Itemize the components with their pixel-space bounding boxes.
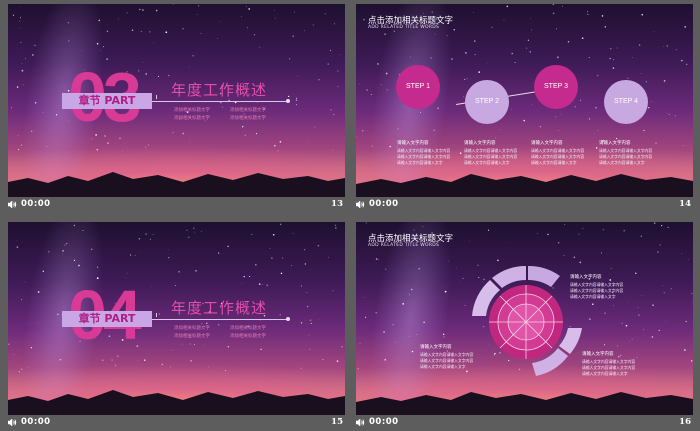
chapter-divider: [152, 101, 288, 102]
speaker-icon: [8, 419, 17, 426]
ring-segment-outer: [559, 328, 582, 354]
divider-tick: [156, 313, 157, 317]
block-text: 请输入文字内容请输入文字: [582, 371, 628, 376]
block-text: 请输入文字内容请输入文字: [420, 364, 466, 369]
block-title: 请输入文字内容: [531, 141, 563, 146]
block-title: 请输入文字内容: [464, 141, 496, 146]
block-text: 请输入文字内容请输入文字: [599, 160, 645, 165]
transition-time: 00:00: [21, 199, 51, 209]
radial-ring-graphic: [472, 265, 582, 376]
chapter-sub-text: 添加相关标题文字: [230, 108, 266, 113]
slide-footer: 00:00 16: [356, 415, 693, 430]
slide-canvas: 04 章节 PART 年度工作概述 添加相关标题文字 添加相关标题文字 添加相关…: [8, 222, 345, 415]
chapter-title: 年度工作概述: [171, 81, 268, 99]
mountain-silhouette: [8, 172, 345, 197]
slide-number: 16: [679, 417, 691, 427]
slide-thumbnail-13[interactable]: 03 章节 PART 年度工作概述 添加相关标题文字 添加相关标题文字 添加相关…: [8, 4, 345, 212]
block-title: 请输入文字内容: [570, 275, 602, 280]
slide-number: 14: [679, 199, 691, 209]
block-text: 请输入文字内容请输入文字: [570, 294, 616, 299]
slide-subtitle: ADD RELATED TITLE WORDS: [368, 243, 440, 248]
divider-tick: [156, 95, 157, 99]
step-3-circle: STEP 3: [534, 65, 578, 109]
slide-footer: 00:00 15: [8, 415, 345, 430]
slide-canvas: 点击添加相关标题文字 ADD RELATED TITLE WORDS STEP …: [356, 4, 693, 197]
block-title: 请输入文字内容: [420, 345, 452, 350]
chapter-divider: [152, 319, 288, 320]
block-text: 请输入文字内容请输入文字: [531, 160, 577, 165]
ring-segment-outer: [492, 265, 526, 288]
chapter-label: 章节 PART: [62, 93, 152, 109]
slide-number: 15: [331, 417, 343, 427]
chapter-sub-text: 添加相关标题文字: [230, 326, 266, 331]
pie-dividers: [489, 285, 563, 359]
speaker-icon: [356, 201, 365, 208]
slide-thumbnail-16[interactable]: 点击添加相关标题文字 ADD RELATED TITLE WORDS 请输入文字…: [356, 222, 693, 430]
step-4-circle: STEP 4: [604, 80, 648, 124]
slide-canvas: 点击添加相关标题文字 ADD RELATED TITLE WORDS 请输入文字…: [356, 222, 693, 415]
slide-footer: 00:00 14: [356, 197, 693, 212]
step-2-circle: STEP 2: [465, 80, 509, 124]
divider-dot: [286, 99, 290, 103]
slide-canvas: 03 章节 PART 年度工作概述 添加相关标题文字 添加相关标题文字 添加相关…: [8, 4, 345, 197]
ring-segment-outer: [528, 265, 560, 287]
block-text: 请输入文字内容请输入文字: [397, 160, 443, 165]
chapter-sub-text: 添加相关标题文字: [174, 116, 210, 121]
slide-footer: 00:00 13: [8, 197, 345, 212]
transition-time: 00:00: [21, 417, 51, 427]
divider-dot: [286, 317, 290, 321]
chapter-title: 年度工作概述: [171, 299, 268, 317]
slide-thumbnail-14[interactable]: 点击添加相关标题文字 ADD RELATED TITLE WORDS STEP …: [356, 4, 693, 212]
transition-time: 00:00: [369, 199, 399, 209]
block-text: 请输入文字内容请输入文字: [464, 160, 510, 165]
mountain-silhouette: [8, 390, 345, 415]
slide-number: 13: [331, 199, 343, 209]
block-title: 请输入文字内容: [397, 141, 429, 146]
slide-thumbnail-15[interactable]: 04 章节 PART 年度工作概述 添加相关标题文字 添加相关标题文字 添加相关…: [8, 222, 345, 430]
step-1-circle: STEP 1: [396, 65, 440, 109]
chapter-sub-text: 添加相关标题文字: [230, 116, 266, 121]
chapter-label: 章节 PART: [62, 311, 152, 327]
speaker-icon: [8, 201, 17, 208]
chapter-sub-text: 添加相关标题文字: [230, 334, 266, 339]
block-title: 请输入文字内容: [599, 141, 631, 146]
slide-subtitle: ADD RELATED TITLE WORDS: [368, 25, 440, 30]
chapter-sub-text: 添加相关标题文字: [174, 334, 210, 339]
chapter-sub-text: 添加相关标题文字: [174, 108, 210, 113]
chapter-sub-text: 添加相关标题文字: [174, 326, 210, 331]
block-title: 请输入文字内容: [582, 352, 614, 357]
speaker-icon: [356, 419, 365, 426]
transition-time: 00:00: [369, 417, 399, 427]
